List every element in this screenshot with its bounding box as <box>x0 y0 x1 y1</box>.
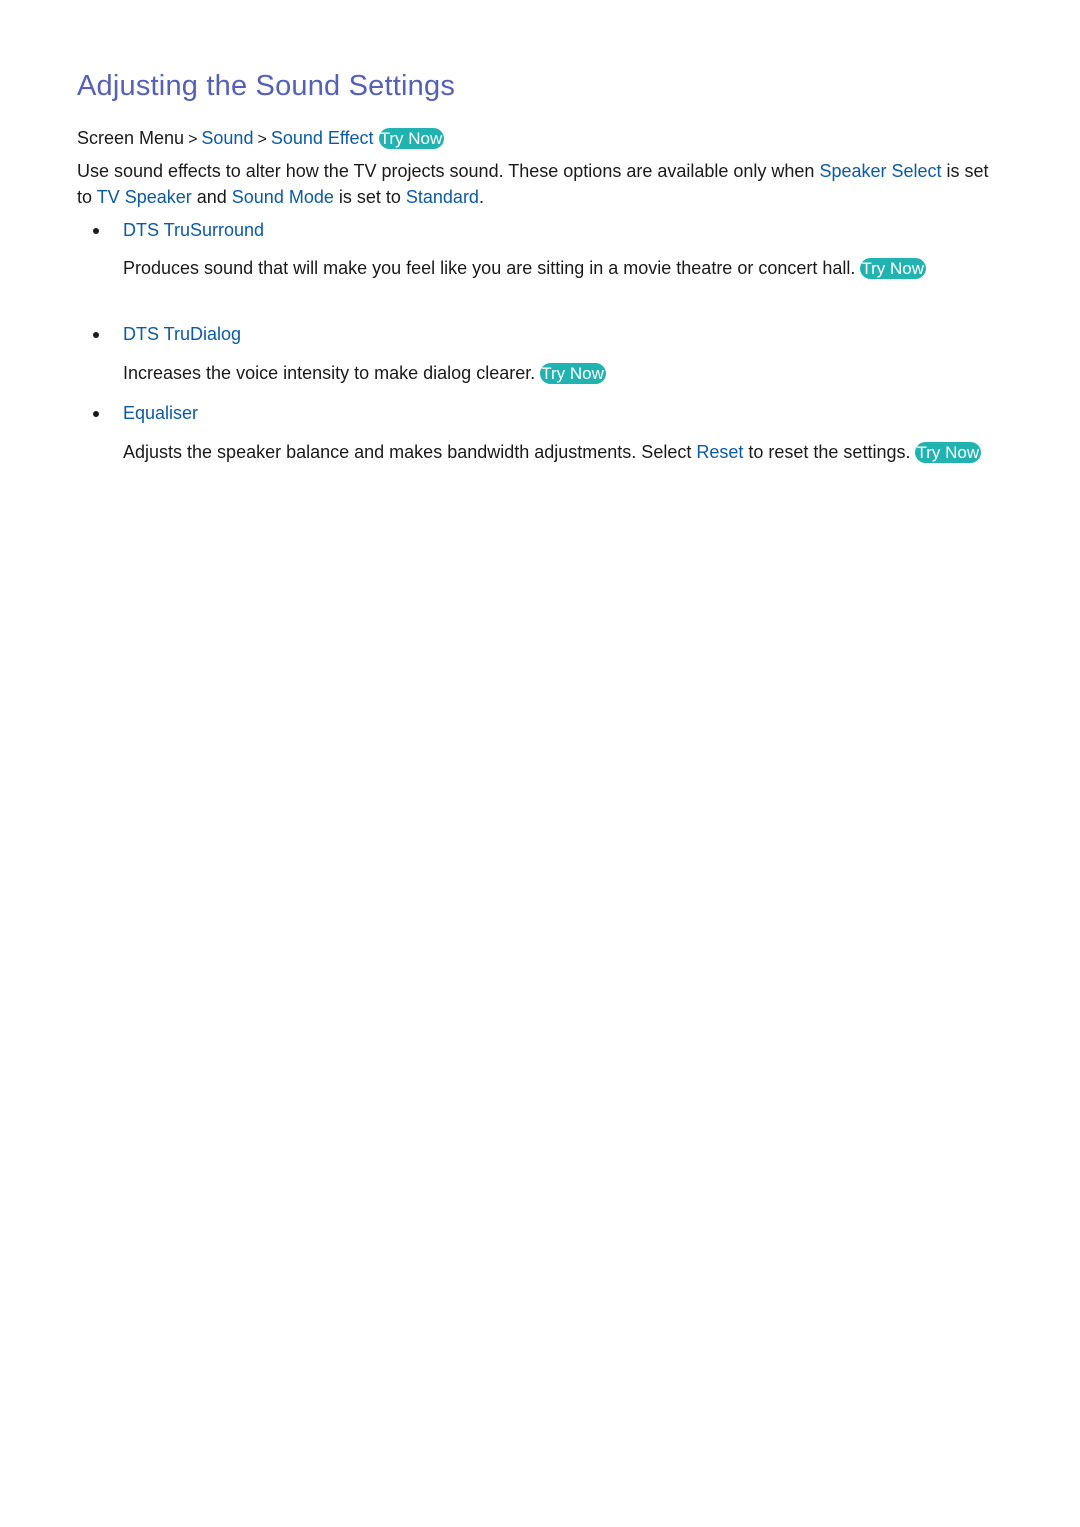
dts-trusurround-description: Produces sound that will make you feel l… <box>123 255 1003 281</box>
reset-link[interactable]: Reset <box>696 442 743 462</box>
breadcrumb-sound-effect[interactable]: Sound Effect <box>271 128 374 148</box>
breadcrumb-sound[interactable]: Sound <box>201 128 253 148</box>
description-text: Produces sound that will make you feel l… <box>123 258 856 278</box>
standard-link[interactable]: Standard <box>406 187 479 207</box>
sound-mode-link[interactable]: Sound Mode <box>232 187 334 207</box>
dts-trudialog-description: Increases the voice intensity to make di… <box>123 360 1003 386</box>
intro-text: Use sound effects to alter how the TV pr… <box>77 161 820 181</box>
intro-text: . <box>478 187 484 207</box>
intro-paragraph: Use sound effects to alter how the TV pr… <box>77 158 1002 210</box>
description-text: Adjusts the speaker balance and makes ba… <box>123 442 697 462</box>
breadcrumb: Screen Menu > Sound > Sound Effect Try Now <box>77 126 445 152</box>
equaliser-description: Adjusts the speaker balance and makes ba… <box>123 439 1003 465</box>
breadcrumb-root: Screen Menu <box>77 128 185 148</box>
description-text: to reset the settings. <box>743 442 911 462</box>
try-now-button[interactable]: Try Now <box>540 363 606 384</box>
chevron-right-icon: > <box>188 131 198 148</box>
try-now-button[interactable]: Try Now <box>378 128 445 149</box>
bullet-icon <box>93 228 99 234</box>
bullet-icon <box>93 332 99 338</box>
speaker-select-link[interactable]: Speaker Select <box>819 161 941 181</box>
intro-text: and <box>191 187 232 207</box>
description-text: Increases the voice intensity to make di… <box>123 363 536 383</box>
try-now-button[interactable]: Try Now <box>915 442 982 463</box>
try-now-button[interactable]: Try Now <box>860 258 927 279</box>
tv-speaker-link[interactable]: TV Speaker <box>97 187 192 207</box>
bullet-icon <box>93 411 99 417</box>
dts-trusurround-link[interactable]: DTS TruSurround <box>123 218 264 242</box>
equaliser-link[interactable]: Equaliser <box>123 401 198 425</box>
page-title: Adjusting the Sound Settings <box>77 70 456 102</box>
chevron-right-icon: > <box>257 131 267 148</box>
dts-trudialog-link[interactable]: DTS TruDialog <box>123 322 241 346</box>
intro-text: is set to <box>333 187 406 207</box>
